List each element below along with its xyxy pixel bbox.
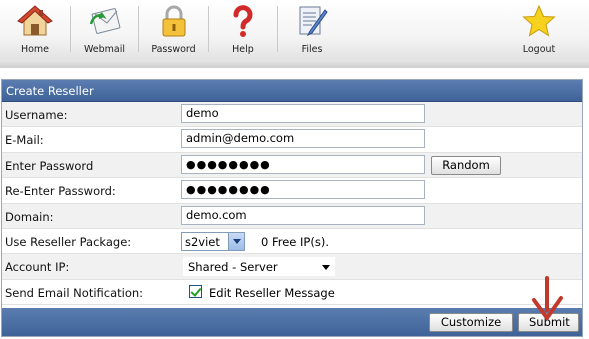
domain-label: Domain:: [5, 209, 54, 224]
password-button[interactable]: Password: [139, 0, 208, 60]
top-toolbar: Home Webmail Password Help Files Logout: [0, 0, 589, 68]
edit-message-label: Edit Reseller Message: [209, 285, 335, 300]
panel-footer: Customize Submit: [2, 308, 582, 336]
logout-button[interactable]: Logout: [508, 0, 570, 60]
question-mark-icon: [233, 5, 253, 37]
chevron-down-icon[interactable]: [228, 232, 244, 250]
email-row: E-Mail: admin@demo.com: [2, 127, 582, 153]
customize-button[interactable]: Customize: [429, 313, 513, 332]
panel-title: Create Reseller: [2, 80, 582, 102]
password-label: Enter Password: [5, 158, 94, 173]
account-ip-label: Account IP:: [5, 260, 70, 275]
annotation-arrow-icon: [532, 276, 563, 320]
notification-row: Send Email Notification: Edit Reseller M…: [2, 279, 582, 306]
package-row: Use Reseller Package: s2viet 0 Free IP(s…: [2, 228, 582, 255]
password-label: Password: [151, 44, 196, 55]
email-input[interactable]: admin@demo.com: [181, 129, 425, 149]
dropdown-arrow-icon: [322, 265, 330, 271]
star-icon: [522, 4, 556, 37]
notification-label: Send Email Notification:: [5, 285, 144, 300]
account-ip-selected-value: Shared - Server: [188, 260, 278, 275]
home-button[interactable]: Home: [0, 0, 70, 60]
create-reseller-panel: Create Reseller Username: demo E-Mail: a…: [1, 79, 583, 337]
account-ip-row: Account IP: Shared - Server: [2, 254, 582, 280]
toolbar-bottom-strip: [0, 60, 589, 68]
home-label: Home: [20, 44, 50, 55]
password-input[interactable]: ●●●●●●●●: [181, 154, 425, 174]
package-label: Use Reseller Package:: [5, 234, 132, 249]
package-selected-value: s2viet: [185, 234, 220, 249]
free-ip-text: 0 Free IP(s).: [261, 234, 329, 249]
username-input[interactable]: demo: [181, 104, 425, 123]
help-label: Help: [232, 44, 254, 55]
webmail-button[interactable]: Webmail: [71, 0, 138, 60]
form-rows: Username: demo E-Mail: admin@demo.com En…: [2, 102, 582, 306]
edit-message-checkbox[interactable]: [189, 284, 202, 298]
password-confirm-input[interactable]: ●●●●●●●●: [181, 180, 425, 200]
domain-row: Domain: demo.com: [2, 203, 582, 229]
username-row: Username: demo: [2, 102, 582, 128]
email-label: E-Mail:: [5, 133, 44, 148]
files-button[interactable]: Files: [278, 0, 346, 60]
password-confirm-row: Re-Enter Password: ●●●●●●●●: [2, 178, 582, 204]
webmail-label: Webmail: [83, 44, 126, 55]
logout-label: Logout: [522, 44, 556, 55]
username-label: Username:: [5, 108, 68, 122]
files-label: Files: [301, 44, 323, 55]
domain-input[interactable]: demo.com: [181, 205, 425, 225]
padlock-icon: [162, 5, 185, 37]
password-row: Enter Password ●●●●●●●● Random: [2, 152, 582, 179]
house-icon: [17, 5, 53, 36]
account-ip-select[interactable]: Shared - Server: [183, 257, 335, 277]
document-pencil-icon: [299, 6, 328, 37]
help-button[interactable]: Help: [209, 0, 277, 60]
package-select[interactable]: s2viet: [181, 231, 245, 251]
envelope-icon: [89, 8, 120, 34]
random-password-button[interactable]: Random: [431, 155, 501, 175]
password-confirm-label: Re-Enter Password:: [5, 184, 116, 199]
